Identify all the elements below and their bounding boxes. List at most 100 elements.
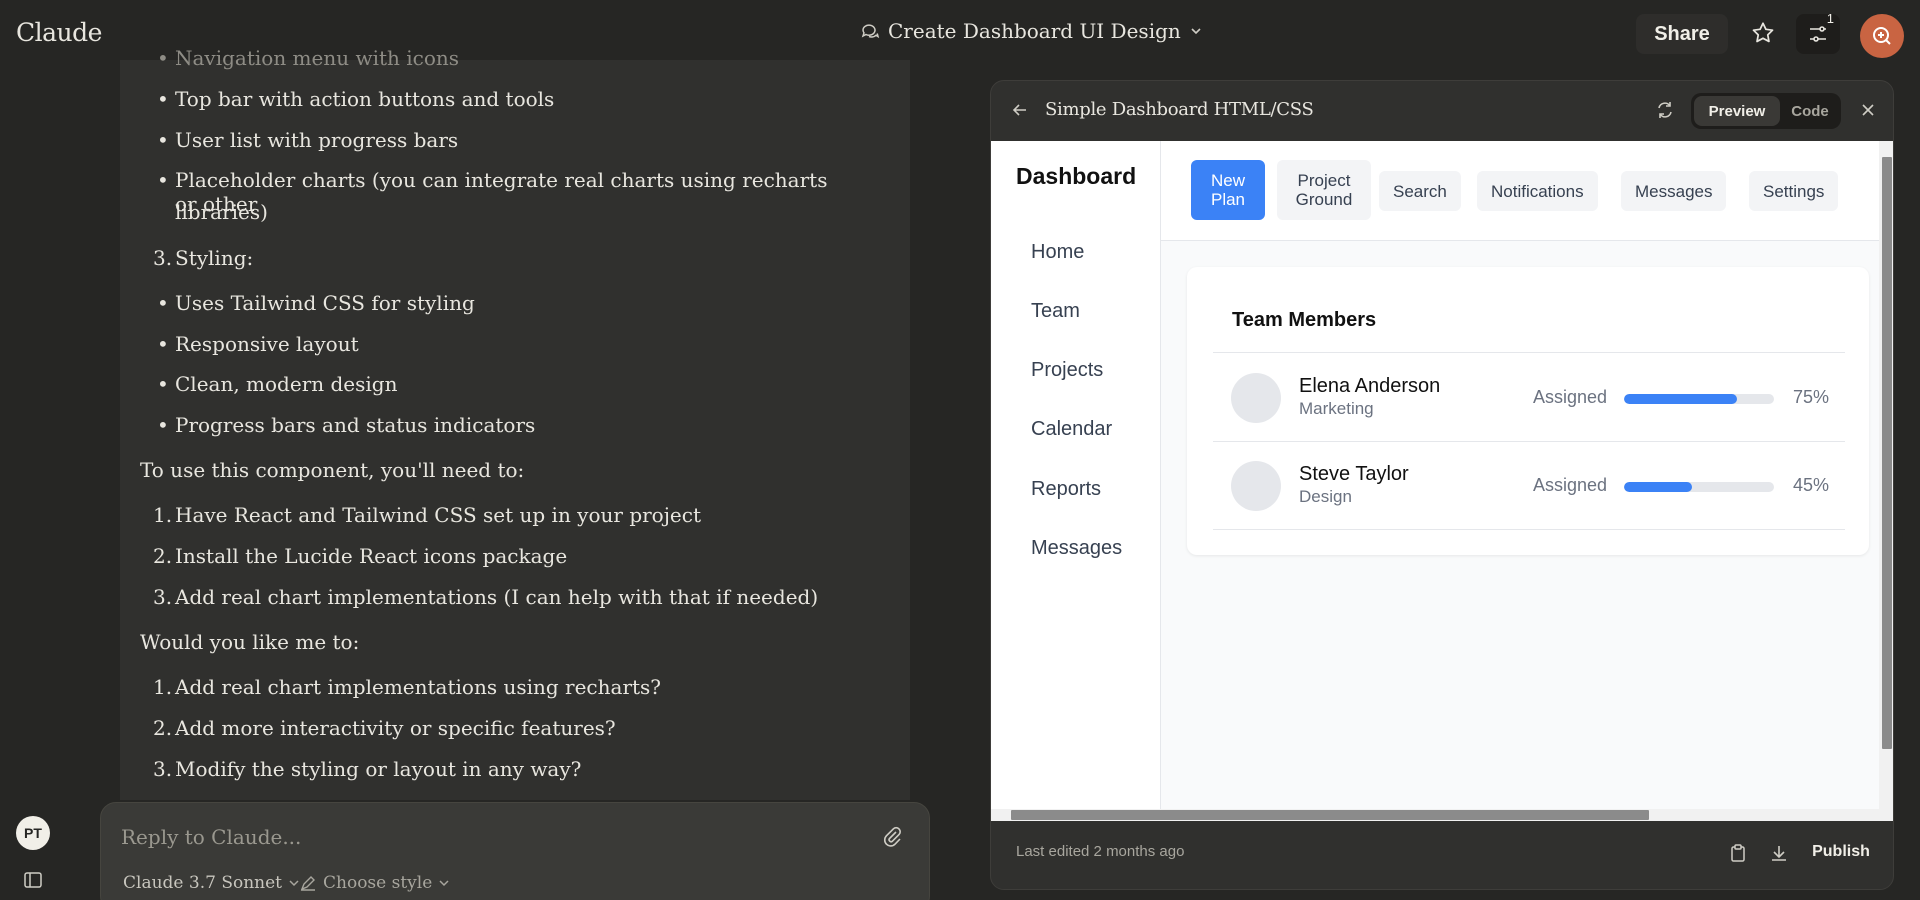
item-text: Add more interactivity or specific featu… (175, 716, 616, 740)
progress-bar (1624, 482, 1774, 492)
close-icon[interactable] (1859, 101, 1877, 119)
item-text: Modify the styling or layout in any way? (175, 757, 582, 781)
numbered-item: 3. Styling: (153, 246, 855, 270)
chevron-down-icon (438, 877, 450, 889)
artifact-header: Simple Dashboard HTML/CSS Preview Code (991, 81, 1893, 141)
nav-item-home[interactable]: Home (1031, 241, 1084, 264)
pen-style-icon (299, 874, 317, 892)
refresh-icon[interactable] (1655, 100, 1675, 120)
new-chat-button[interactable] (1860, 14, 1904, 58)
divider (1213, 529, 1845, 530)
member-department: Marketing (1299, 399, 1374, 418)
list-item: Progress bars and status indicators (157, 413, 855, 437)
project-ground-line-1: Project (1297, 171, 1351, 190)
progress-bar-fill (1624, 394, 1737, 404)
member-name: Elena Anderson (1299, 375, 1441, 397)
progress-bar-fill (1624, 482, 1692, 492)
paragraph: To use this component, you'll need to: (140, 458, 525, 482)
item-number: 1. (153, 675, 173, 699)
settings-button[interactable]: Settings (1749, 171, 1839, 211)
chat-bubble-icon (860, 21, 880, 41)
avatar (1231, 373, 1281, 423)
numbered-item: 2. Add more interactivity or specific fea… (153, 716, 855, 740)
list-item: Responsive layout (157, 332, 855, 356)
member-status: Assigned (1533, 387, 1608, 407)
team-member-row: Elena Anderson Marketing Assigned 75% (1213, 353, 1845, 441)
numbered-item: 3. Modify the styling or layout in any wa… (153, 757, 855, 781)
tab-preview[interactable]: Preview (1694, 96, 1780, 126)
list-item: Navigation menu with icons (157, 46, 855, 70)
item-text: Add real chart implementations using rec… (175, 675, 662, 699)
conversation-title[interactable]: Create Dashboard UI Design (860, 19, 1203, 43)
model-name: Claude 3.7 Sonnet (123, 873, 282, 893)
new-plan-line-2: Plan (1210, 190, 1246, 209)
item-number: 3. (153, 246, 173, 270)
nav-item-calendar[interactable]: Calendar (1031, 418, 1112, 441)
horizontal-scrollbar[interactable] (991, 809, 1893, 821)
back-arrow-icon[interactable] (1011, 101, 1029, 119)
nav-item-team[interactable]: Team (1031, 300, 1080, 323)
search-button[interactable]: Search (1379, 171, 1461, 211)
publish-button[interactable]: Publish (1801, 833, 1881, 871)
style-selector[interactable]: Choose style (299, 873, 450, 893)
item-number: 3. (153, 757, 173, 781)
project-ground-button[interactable]: Project Ground (1277, 160, 1371, 220)
numbered-item: 3. Add real chart implementations (I can … (153, 585, 855, 609)
vertical-scrollbar[interactable] (1879, 141, 1893, 809)
artifact-title: Simple Dashboard HTML/CSS (1045, 99, 1314, 120)
numbered-item: 1. Have React and Tailwind CSS set up in … (153, 503, 855, 527)
numbered-item: 2. Install the Lucide React icons package (153, 544, 855, 568)
download-icon[interactable] (1769, 843, 1789, 863)
numbered-item: 1. Add real chart implementations using r… (153, 675, 855, 699)
nav-item-reports[interactable]: Reports (1031, 478, 1101, 501)
avatar (1231, 461, 1281, 511)
message-composer: Claude 3.7 Sonnet Choose style (100, 802, 930, 900)
paperclip-icon[interactable] (881, 825, 903, 847)
star-icon[interactable] (1750, 20, 1776, 46)
team-member-row: Steve Taylor Design Assigned 45% (1213, 441, 1845, 529)
dashboard-sidebar: Dashboard Home Team Projects Calendar Re… (991, 141, 1161, 809)
card-title: Team Members (1232, 309, 1377, 331)
dashboard-title: Dashboard (1016, 163, 1137, 189)
new-plan-button[interactable]: New Plan (1191, 160, 1265, 220)
settings-sliders-button[interactable]: 1 (1796, 11, 1840, 54)
nav-item-projects[interactable]: Projects (1031, 359, 1103, 382)
scrollbar-thumb[interactable] (1882, 157, 1892, 749)
sliders-icon (1807, 23, 1829, 45)
messages-button[interactable]: Messages (1621, 171, 1727, 211)
paragraph: Would you like me to: (140, 630, 360, 654)
item-number: 2. (153, 716, 173, 740)
item-number: 1. (153, 503, 173, 527)
preview-viewport: Dashboard Home Team Projects Calendar Re… (991, 141, 1893, 821)
last-edited-text: Last edited 2 months ago (1016, 843, 1185, 860)
model-selector[interactable]: Claude 3.7 Sonnet (123, 873, 300, 893)
member-status: Assigned (1533, 475, 1608, 495)
reply-input[interactable] (121, 825, 841, 849)
scrollbar-thumb[interactable] (1011, 810, 1649, 820)
dashboard-main: Team Members Elena Anderson Marketing As… (1161, 241, 1891, 809)
list-item: Top bar with action buttons and tools (157, 87, 855, 111)
conversation-title-text: Create Dashboard UI Design (888, 19, 1181, 43)
share-button[interactable]: Share (1636, 14, 1728, 54)
item-text: Styling: (175, 246, 254, 270)
clipboard-icon[interactable] (1729, 843, 1747, 863)
user-avatar[interactable]: PT (16, 816, 50, 850)
nav-item-messages[interactable]: Messages (1031, 537, 1122, 560)
list-item: Clean, modern design (157, 372, 855, 396)
progress-bar (1624, 394, 1774, 404)
item-text: Add real chart implementations (I can he… (175, 585, 819, 609)
item-number: 2. (153, 544, 173, 568)
notifications-button[interactable]: Notifications (1477, 171, 1598, 211)
progress-percent: 45% (1793, 475, 1830, 495)
search-chat-icon (1870, 24, 1894, 48)
style-label: Choose style (323, 873, 433, 893)
list-item: User list with progress bars (157, 128, 855, 152)
view-toggle: Preview Code (1691, 93, 1841, 129)
item-text: Have React and Tailwind CSS set up in yo… (175, 503, 701, 527)
project-ground-line-2: Ground (1295, 190, 1353, 209)
brand-logo[interactable]: Claude (16, 18, 102, 47)
list-item: Uses Tailwind CSS for styling (157, 291, 855, 315)
member-department: Design (1299, 487, 1352, 506)
tab-code[interactable]: Code (1784, 96, 1836, 126)
sidebar-toggle-icon[interactable] (24, 872, 42, 888)
